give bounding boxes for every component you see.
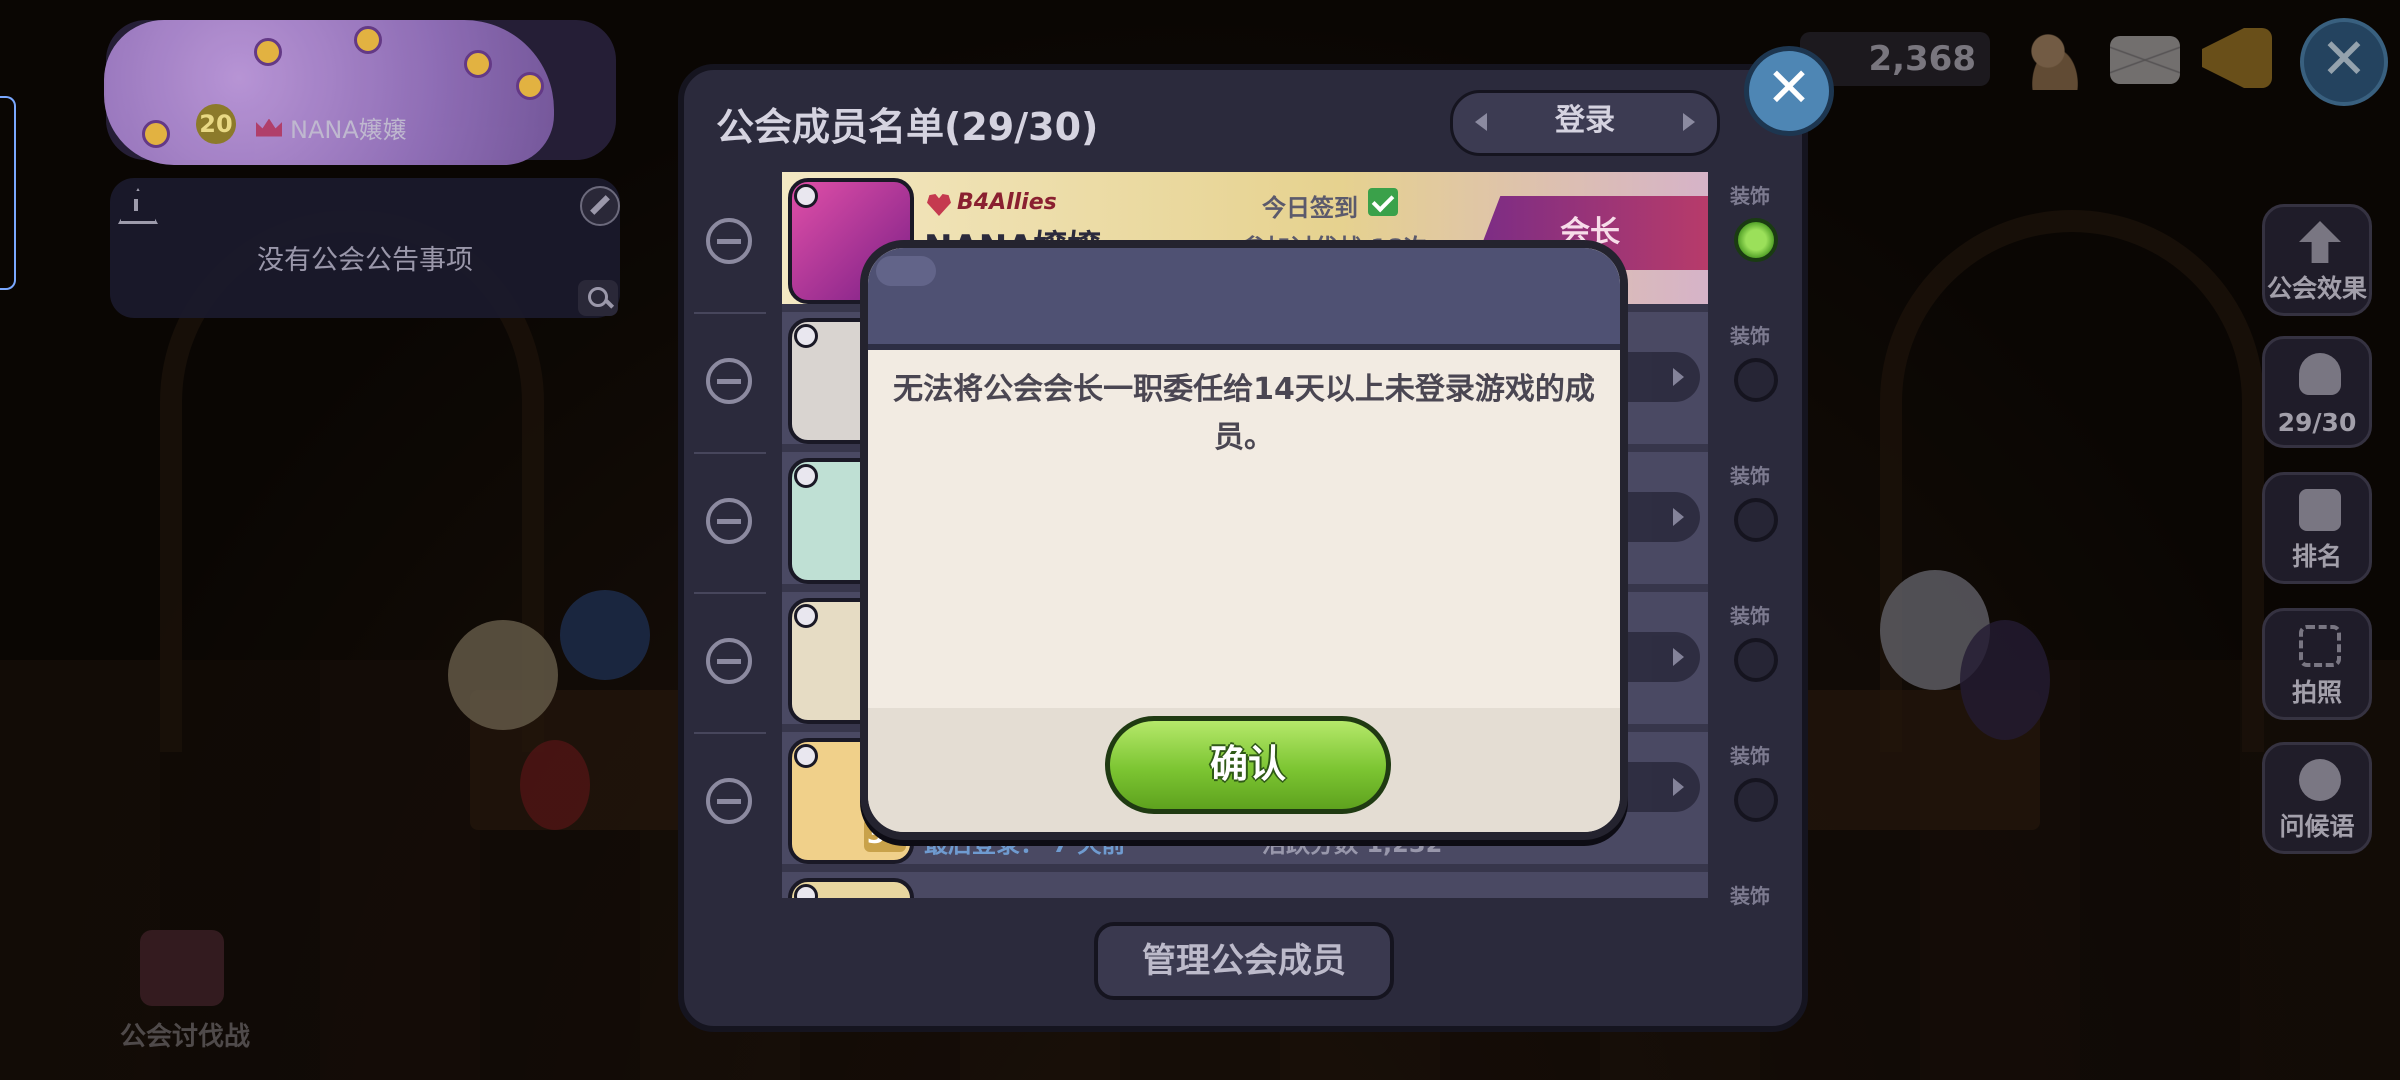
remove-member-icon[interactable] <box>706 638 752 684</box>
avatar-ring-icon <box>794 464 818 488</box>
equip-toggle[interactable] <box>1734 778 1778 822</box>
daily-checkin-label: 今日签到 <box>1262 194 1358 222</box>
remove-member-icon[interactable] <box>706 218 752 264</box>
equip-toggle[interactable] <box>1734 498 1778 542</box>
member-count-button[interactable]: 29/30 <box>2262 336 2372 448</box>
manage-members-button[interactable]: 管理公会成员 <box>1094 922 1394 1000</box>
member-row[interactable] <box>782 872 1708 898</box>
confirm-button[interactable]: 确认 <box>1105 716 1391 814</box>
sort-selector[interactable]: 登录 <box>1450 90 1720 156</box>
panel-close-button[interactable]: ✕ <box>1744 46 1834 136</box>
guild-master: NANA嬢嬢 <box>256 110 407 145</box>
guild-master-name: NANA嬢嬢 <box>290 116 407 144</box>
alert-dialog: 无法将公会会长一职委任给14天以上未登录游戏的成员。 确认 <box>860 240 1628 840</box>
ranking-label: 排名 <box>2291 542 2342 571</box>
greeting-button[interactable]: 问候语 <box>2262 742 2372 854</box>
left-edge-tab[interactable] <box>0 96 16 290</box>
member-avatar[interactable] <box>788 878 914 898</box>
friends-icon[interactable] <box>2020 30 2090 90</box>
camera-frame-icon <box>2299 625 2341 667</box>
equip-label: 装饰 <box>1730 604 1770 628</box>
heart-icon <box>927 194 951 216</box>
equip-toggle[interactable] <box>1734 358 1778 402</box>
ranking-button[interactable]: 排名 <box>2262 472 2372 584</box>
member-guild-tag: B4Allies <box>957 190 1057 215</box>
emblem-sticker-icon <box>354 26 382 54</box>
equip-toggle[interactable] <box>1734 218 1778 262</box>
avatar-ring-icon <box>794 884 818 898</box>
guild-level-badge: 20 <box>196 104 236 144</box>
remove-member-icon[interactable] <box>706 498 752 544</box>
avatar-ring-icon <box>794 324 818 348</box>
search-icon[interactable] <box>578 280 618 316</box>
sort-label: 登录 <box>1555 103 1615 138</box>
checkmark-icon <box>1368 188 1398 216</box>
row-divider <box>694 312 766 314</box>
sort-next-arrow-icon[interactable] <box>1683 113 1695 131</box>
emblem-sticker-icon <box>516 72 544 100</box>
avatar-ring-icon <box>794 184 818 208</box>
dialog-message: 无法将公会会长一职委任给14天以上未登录游戏的成员。 <box>893 372 1595 455</box>
upgrade-arrow-icon <box>2299 221 2341 263</box>
row-divider <box>694 452 766 454</box>
panel-title: 公会成员名单(29/30) <box>716 105 1099 149</box>
equip-label: 装饰 <box>1730 324 1770 348</box>
greeting-label: 问候语 <box>2279 812 2355 841</box>
edit-pencil-icon[interactable] <box>580 186 620 226</box>
equip-label: 装饰 <box>1730 464 1770 488</box>
emblem-sticker-icon <box>464 50 492 78</box>
equip-toggle[interactable] <box>1734 638 1778 682</box>
avatar-ring-icon <box>794 604 818 628</box>
row-divider <box>694 732 766 734</box>
guild-notice-text: 没有公会公告事项 <box>257 245 473 276</box>
speech-bubble-gear-icon <box>2299 759 2341 801</box>
remove-member-icon[interactable] <box>706 778 752 824</box>
dialog-header <box>868 248 1620 350</box>
photo-button[interactable]: 拍照 <box>2262 608 2372 720</box>
podium-icon <box>2299 489 2341 531</box>
guild-effect-button[interactable]: 公会效果 <box>2262 204 2372 316</box>
row-divider <box>694 592 766 594</box>
equip-label: 装饰 <box>1730 884 1770 908</box>
crown-icon <box>256 118 282 137</box>
screen-close-button[interactable]: ✕ <box>2300 18 2388 106</box>
equip-label: 装饰 <box>1730 184 1770 208</box>
photo-label: 拍照 <box>2291 678 2342 707</box>
remove-member-icon[interactable] <box>706 358 752 404</box>
person-icon <box>2299 353 2341 395</box>
guild-effect-label: 公会效果 <box>2266 274 2367 303</box>
avatar-ring-icon <box>794 744 818 768</box>
sort-prev-arrow-icon[interactable] <box>1475 113 1487 131</box>
guild-raid-icon[interactable] <box>140 930 224 1006</box>
guild-raid-label[interactable]: 公会讨伐战 <box>90 1016 280 1053</box>
mail-icon[interactable] <box>2110 36 2180 84</box>
member-count-label: 29/30 <box>2277 408 2357 437</box>
emblem-sticker-icon <box>142 120 170 148</box>
emblem-sticker-icon <box>254 38 282 66</box>
equip-label: 装饰 <box>1730 744 1770 768</box>
